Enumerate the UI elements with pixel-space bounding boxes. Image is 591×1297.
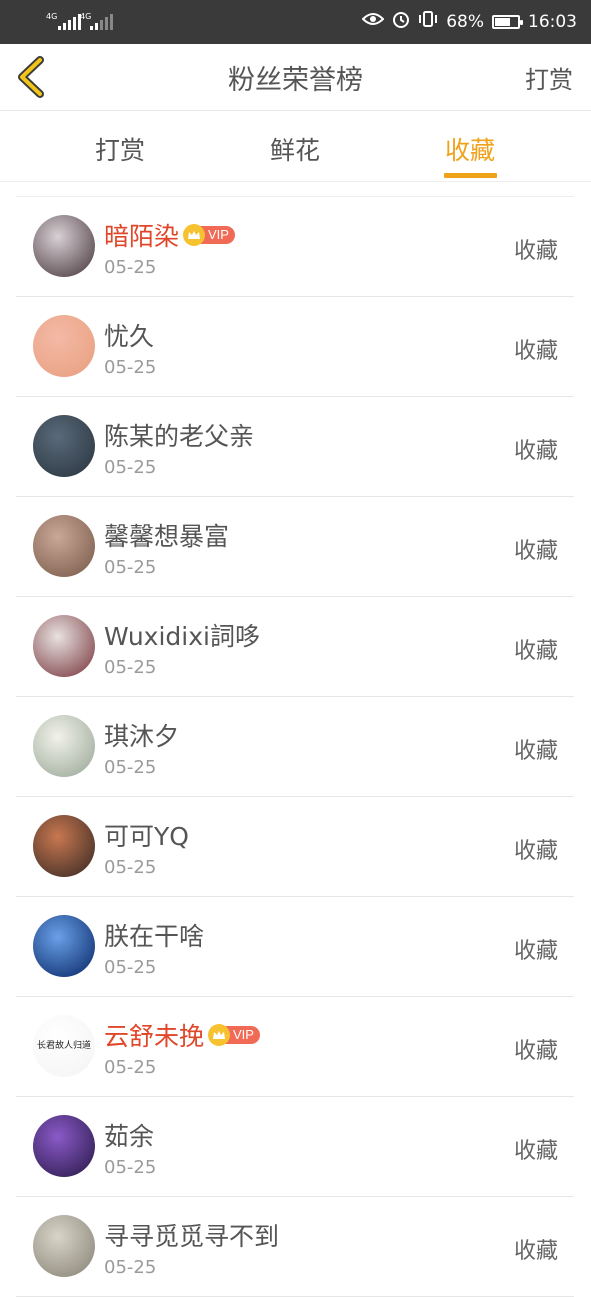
header-bar: 粉丝荣誉榜 打赏 (0, 44, 591, 111)
clock-time: 16:03 (528, 11, 577, 32)
fan-name-wrap: 朕在干啥 (104, 917, 204, 953)
reward-link[interactable]: 打赏 (525, 60, 573, 95)
fan-name: Wuxidixi詞哆 (104, 622, 260, 651)
vibrate-icon (418, 10, 438, 33)
fan-name-wrap: 暗陌染 VIP (104, 217, 235, 253)
fan-action-label: 收藏 (513, 1239, 558, 1264)
fan-row[interactable]: 暗陌染 VIP 05-25 收藏 (16, 197, 574, 297)
fan-action-label: 收藏 (513, 1139, 558, 1164)
signal-icon (58, 14, 81, 30)
signal-icon-2 (90, 14, 113, 30)
vip-badge: VIP (208, 1024, 260, 1046)
avatar[interactable] (33, 615, 95, 677)
fan-date: 05-25 (104, 657, 157, 678)
active-tab-indicator (444, 173, 497, 178)
fan-name: 陈某的老父亲 (104, 422, 255, 451)
fan-row[interactable]: 陈某的老父亲 05-25 收藏 (16, 397, 574, 497)
fan-row[interactable]: 朕在干啥 05-25 收藏 (16, 897, 574, 997)
tab-collect[interactable]: 收藏 (410, 131, 530, 167)
fan-name: 茹余 (104, 1122, 155, 1151)
fan-action-label: 收藏 (513, 739, 558, 764)
fan-name: 寻寻觅觅寻不到 (104, 1222, 280, 1251)
fan-action-label: 收藏 (513, 239, 558, 264)
vip-badge: VIP (183, 224, 235, 246)
fan-row[interactable]: 长君故人归道 云舒未挽 VIP 05-25 收藏 (16, 997, 574, 1097)
fan-date: 05-25 (104, 1257, 157, 1278)
fan-action-label: 收藏 (513, 539, 558, 564)
fan-row[interactable]: Wuxidixi詞哆 05-25 收藏 (16, 597, 574, 697)
page-title: 粉丝荣誉榜 (228, 65, 363, 96)
fan-name: 暗陌染 (104, 222, 180, 251)
fan-row[interactable]: 寻寻觅觅寻不到 05-25 收藏 (16, 1197, 574, 1297)
avatar[interactable] (33, 415, 95, 477)
fan-action-label: 收藏 (513, 439, 558, 464)
avatar[interactable]: 长君故人归道 (33, 1015, 95, 1077)
fan-date: 05-25 (104, 1157, 157, 1178)
fan-list: 暗陌染 VIP 05-25 收藏 忧久 05-25 收藏 陈某的老父亲 05-25 收藏 馨馨想暴富… (16, 196, 574, 1297)
fan-date: 05-25 (104, 1057, 157, 1078)
battery-icon (492, 14, 523, 29)
avatar[interactable] (33, 1115, 95, 1177)
fan-action-label: 收藏 (513, 339, 558, 364)
fan-action-label: 收藏 (513, 1039, 558, 1064)
fan-name: 可可YQ (104, 822, 189, 851)
fan-name-wrap: 可可YQ (104, 817, 189, 853)
avatar[interactable] (33, 315, 95, 377)
fan-date: 05-25 (104, 457, 157, 478)
fan-date: 05-25 (104, 857, 157, 878)
crown-icon (183, 224, 206, 246)
fan-name: 云舒未挽 (104, 1022, 205, 1051)
avatar[interactable] (33, 915, 95, 977)
fan-name-wrap: Wuxidixi詞哆 (104, 617, 260, 653)
fan-row[interactable]: 忧久 05-25 收藏 (16, 297, 574, 397)
fan-name: 忧久 (104, 322, 155, 351)
fan-name: 馨馨想暴富 (104, 522, 230, 551)
fan-date: 05-25 (104, 957, 157, 978)
tab-bar: 打赏 鲜花 收藏 (0, 111, 591, 182)
fan-name-wrap: 忧久 (104, 317, 154, 353)
fan-action-label: 收藏 (513, 939, 558, 964)
fan-name: 琪沐夕 (104, 722, 180, 751)
avatar[interactable] (33, 215, 95, 277)
fan-action-label: 收藏 (513, 639, 558, 664)
avatar[interactable] (33, 815, 95, 877)
fan-date: 05-25 (104, 357, 157, 378)
avatar-text: 长君故人归道 (36, 1041, 91, 1051)
fan-date: 05-25 (104, 757, 157, 778)
fan-row[interactable]: 琪沐夕 05-25 收藏 (16, 697, 574, 797)
fan-name-wrap: 寻寻觅觅寻不到 (104, 1217, 279, 1253)
fan-row[interactable]: 可可YQ 05-25 收藏 (16, 797, 574, 897)
fan-name: 朕在干啥 (104, 922, 205, 951)
battery-percent: 68% (446, 11, 484, 32)
fan-action-label: 收藏 (513, 839, 558, 864)
fan-date: 05-25 (104, 557, 157, 578)
fan-name-wrap: 馨馨想暴富 (104, 517, 229, 553)
tab-flowers[interactable]: 鲜花 (235, 131, 355, 167)
tab-reward[interactable]: 打赏 (60, 131, 180, 167)
fan-name-wrap: 云舒未挽 VIP (104, 1017, 260, 1053)
fan-row[interactable]: 茹余 05-25 收藏 (16, 1097, 574, 1197)
fan-name-wrap: 陈某的老父亲 (104, 417, 254, 453)
eye-icon (361, 11, 385, 32)
avatar[interactable] (33, 1215, 95, 1277)
status-bar: 4G 4G 68% 16:03 (0, 0, 591, 44)
fan-name-wrap: 茹余 (104, 1117, 154, 1153)
fan-date: 05-25 (104, 257, 157, 278)
fan-row[interactable]: 馨馨想暴富 05-25 收藏 (16, 497, 574, 597)
network-type-1: 4G (46, 12, 58, 21)
avatar[interactable] (33, 515, 95, 577)
avatar[interactable] (33, 715, 95, 777)
crown-icon (208, 1024, 231, 1046)
alarm-icon (392, 10, 410, 33)
fan-name-wrap: 琪沐夕 (104, 717, 179, 753)
